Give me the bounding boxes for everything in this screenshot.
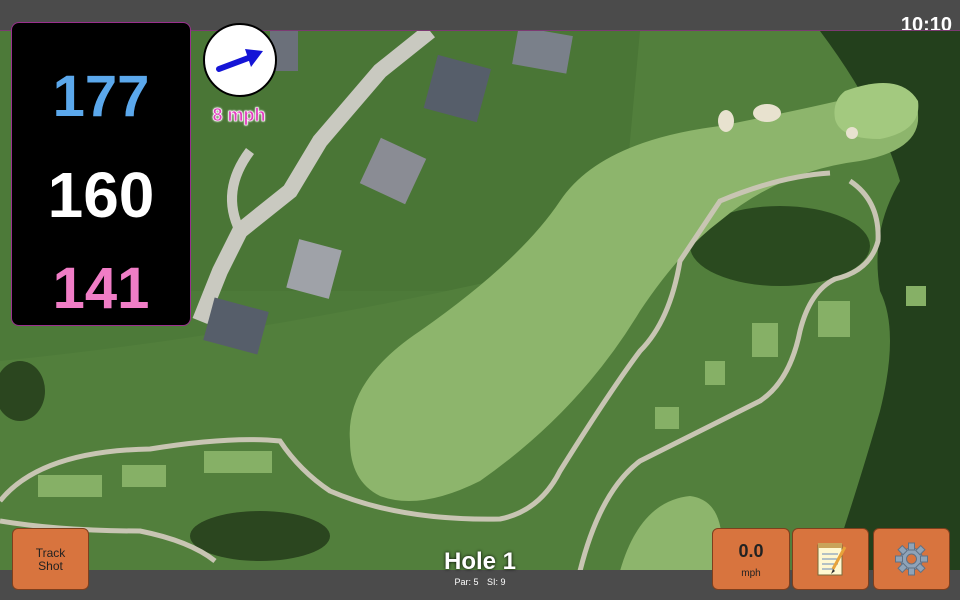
- gear-icon: [895, 542, 928, 576]
- track-shot-button[interactable]: Track Shot: [12, 528, 89, 590]
- speed-value: 0.0: [738, 541, 764, 561]
- hole-info: Par: 5 SI: 9: [420, 577, 540, 587]
- wind-indicator: [203, 23, 277, 97]
- wind-arrow-icon: [216, 49, 263, 72]
- hole-title: Hole 1: [443, 548, 517, 575]
- hole-par: Par: 5: [454, 577, 479, 587]
- shot-speed-button[interactable]: 0.0 mph: [712, 528, 790, 590]
- distance-to-middle: 160: [47, 159, 155, 231]
- track-shot-label-line2: Shot: [38, 559, 63, 573]
- settings-button[interactable]: [873, 528, 950, 590]
- hole-stroke-index: SI: 9: [487, 577, 506, 587]
- distance-panel: 177 160 141: [11, 22, 191, 326]
- speed-unit: mph: [741, 568, 761, 579]
- distance-to-front: 141: [52, 256, 150, 321]
- distance-to-back: 177: [52, 64, 150, 129]
- notes-button[interactable]: [792, 528, 869, 590]
- notepad-icon: [817, 543, 847, 576]
- wind-speed-label: 8 mph: [212, 105, 266, 126]
